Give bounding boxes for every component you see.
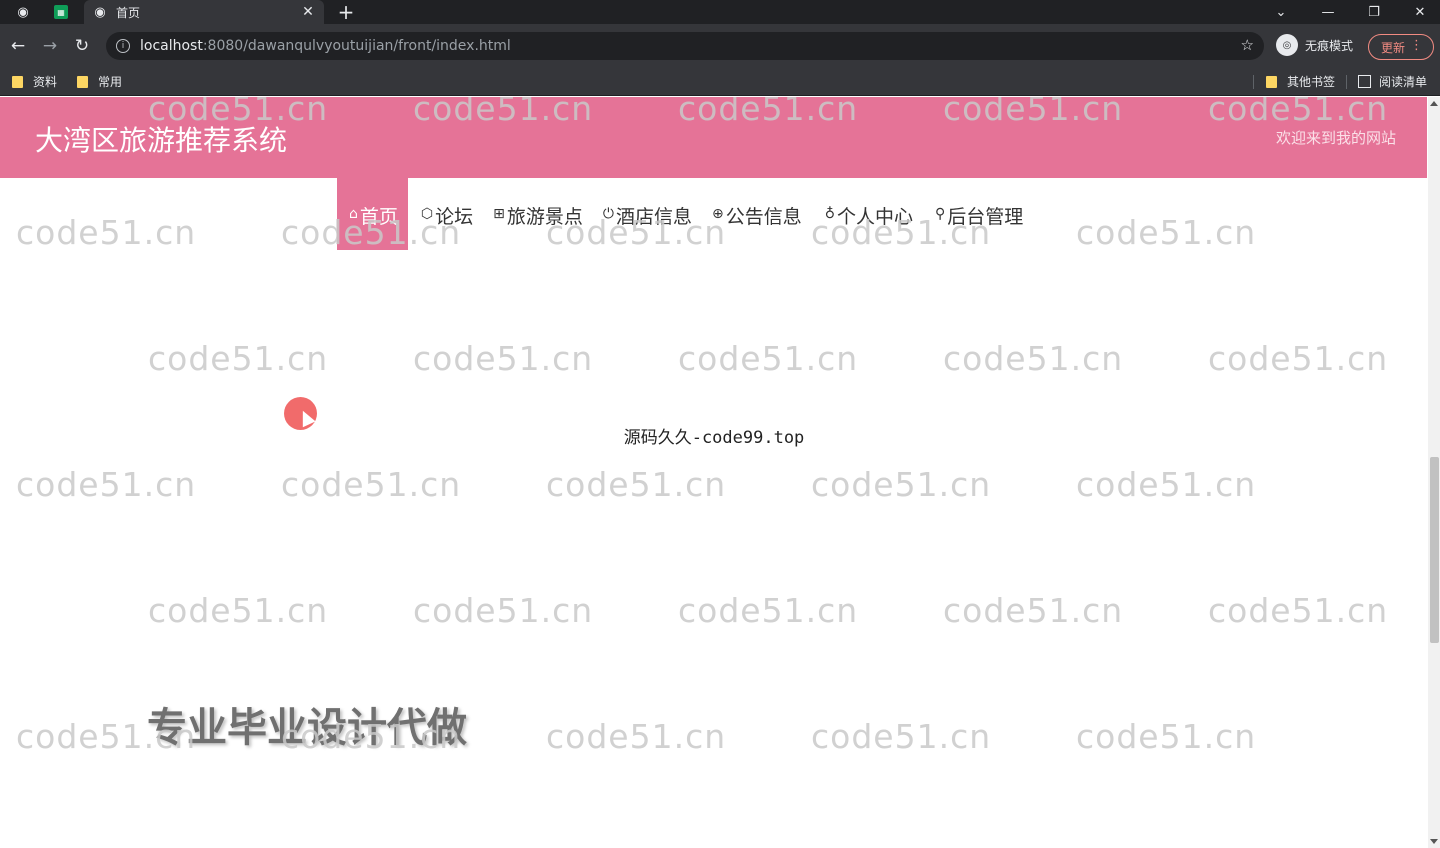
folder-icon bbox=[77, 75, 88, 88]
watermark: code51.cn bbox=[1076, 465, 1257, 504]
reading-list[interactable]: 阅读清单 bbox=[1358, 73, 1427, 90]
browser-toolbar: ← → ↻ i localhost:8080/dawanqulvyoutuiji… bbox=[0, 24, 1440, 68]
watermark: code51.cn bbox=[811, 213, 992, 252]
watermark: code51.cn bbox=[16, 213, 197, 252]
watermark: code51.cn bbox=[1208, 339, 1389, 378]
scroll-thumb[interactable] bbox=[1430, 457, 1439, 643]
update-button[interactable]: 更新 ⋮ bbox=[1368, 34, 1434, 60]
minimize-button[interactable]: — bbox=[1305, 0, 1351, 24]
welcome-text: 欢迎来到我的网站 bbox=[1275, 129, 1396, 147]
watermark: code51.cn bbox=[943, 339, 1124, 378]
new-tab-button[interactable]: + bbox=[336, 1, 356, 23]
watermark: code51.cn bbox=[148, 591, 329, 630]
incognito-label: 无痕模式 bbox=[1305, 38, 1354, 53]
folder-icon bbox=[12, 75, 23, 88]
watermark: code51.cn bbox=[1076, 717, 1257, 756]
watermark: code51.cn bbox=[1208, 97, 1389, 128]
watermark: code51.cn bbox=[546, 717, 727, 756]
watermark: code51.cn bbox=[811, 465, 992, 504]
folder-icon bbox=[1266, 75, 1277, 88]
page-content: 大湾区旅游推荐系统 欢迎来到我的网站 ⌂ 首页 ⬡ 论坛 ⊞ 旅游景点 ⏻ 酒店… bbox=[0, 97, 1428, 848]
browser-tab-bar: ◉ ▦ ◉ 首页 ✕ + ⌄ — ❐ ✕ bbox=[0, 0, 1440, 24]
address-bar[interactable]: i localhost:8080/dawanqulvyoutuijian/fro… bbox=[106, 32, 1264, 60]
reading-list-icon bbox=[1358, 75, 1371, 88]
bookmark-label: 资料 bbox=[33, 75, 58, 89]
info-icon[interactable]: i bbox=[116, 39, 130, 53]
star-icon[interactable]: ☆ bbox=[1241, 36, 1254, 54]
close-icon[interactable]: ✕ bbox=[300, 4, 316, 20]
watermark: code51.cn bbox=[148, 97, 329, 128]
bookmark-folder[interactable]: 资料 bbox=[12, 73, 57, 90]
promo-text: 源码久久-code99.top bbox=[623, 428, 805, 448]
incognito-icon: ◎ bbox=[1276, 34, 1298, 56]
watermark: code51.cn bbox=[546, 465, 727, 504]
watermark: code51.cn bbox=[678, 591, 859, 630]
bookmark-label: 其他书签 bbox=[1287, 75, 1336, 89]
watermark: code51.cn bbox=[678, 339, 859, 378]
bookmark-folder[interactable]: 常用 bbox=[77, 73, 122, 90]
bookmarks-bar: 资料 常用 其他书签 阅读清单 bbox=[0, 68, 1440, 96]
url-path: :8080/dawanqulvyoutuijian/front/index.ht… bbox=[202, 38, 511, 54]
incognito-indicator[interactable]: ◎ 无痕模式 bbox=[1276, 34, 1353, 56]
restore-button[interactable]: ❐ bbox=[1351, 0, 1397, 24]
sheets-icon[interactable]: ▦ bbox=[54, 5, 68, 19]
nav-label: 公告信息 bbox=[725, 206, 802, 228]
bookmark-separator bbox=[1346, 75, 1347, 89]
url-host: localhost bbox=[140, 38, 203, 54]
more-menu-icon[interactable]: ⋮ bbox=[1410, 38, 1423, 53]
scroll-up-icon[interactable] bbox=[1430, 101, 1438, 106]
chevron-down-icon[interactable]: ⌄ bbox=[1258, 0, 1304, 24]
watermark: code51.cn bbox=[943, 97, 1124, 128]
other-bookmarks[interactable]: 其他书签 bbox=[1266, 73, 1335, 90]
watermark: code51.cn bbox=[678, 97, 859, 128]
watermark: code51.cn bbox=[281, 717, 462, 756]
bookmark-label: 常用 bbox=[98, 75, 123, 89]
watermark: code51.cn bbox=[1208, 591, 1389, 630]
reload-icon[interactable]: ↻ bbox=[70, 34, 94, 58]
watermark: code51.cn bbox=[546, 213, 727, 252]
watermark: code51.cn bbox=[281, 465, 462, 504]
watermark: code51.cn bbox=[16, 717, 197, 756]
watermark: code51.cn bbox=[811, 717, 992, 756]
globe-icon: ◉ bbox=[94, 4, 106, 20]
scroll-down-icon[interactable] bbox=[1430, 839, 1438, 844]
watermark: code51.cn bbox=[281, 213, 462, 252]
globe-icon[interactable]: ◉ bbox=[14, 3, 32, 21]
tab-title: 首页 bbox=[116, 5, 141, 20]
bookmark-separator bbox=[1253, 75, 1254, 89]
update-label: 更新 bbox=[1381, 40, 1406, 55]
page-scrollbar[interactable] bbox=[1428, 97, 1440, 848]
gift-icon: ⊞ bbox=[493, 206, 505, 222]
forward-icon[interactable]: → bbox=[38, 34, 62, 58]
watermark: code51.cn bbox=[148, 339, 329, 378]
back-icon[interactable]: ← bbox=[6, 34, 30, 58]
close-window-button[interactable]: ✕ bbox=[1397, 0, 1440, 24]
tab-home[interactable]: ◉ 首页 ✕ bbox=[84, 0, 324, 24]
watermark: code51.cn bbox=[413, 339, 594, 378]
watermark: code51.cn bbox=[943, 591, 1124, 630]
watermark: code51.cn bbox=[16, 465, 197, 504]
watermark: code51.cn bbox=[413, 97, 594, 128]
watermark: code51.cn bbox=[413, 591, 594, 630]
watermark: code51.cn bbox=[1076, 213, 1257, 252]
bookmark-label: 阅读清单 bbox=[1379, 75, 1428, 89]
